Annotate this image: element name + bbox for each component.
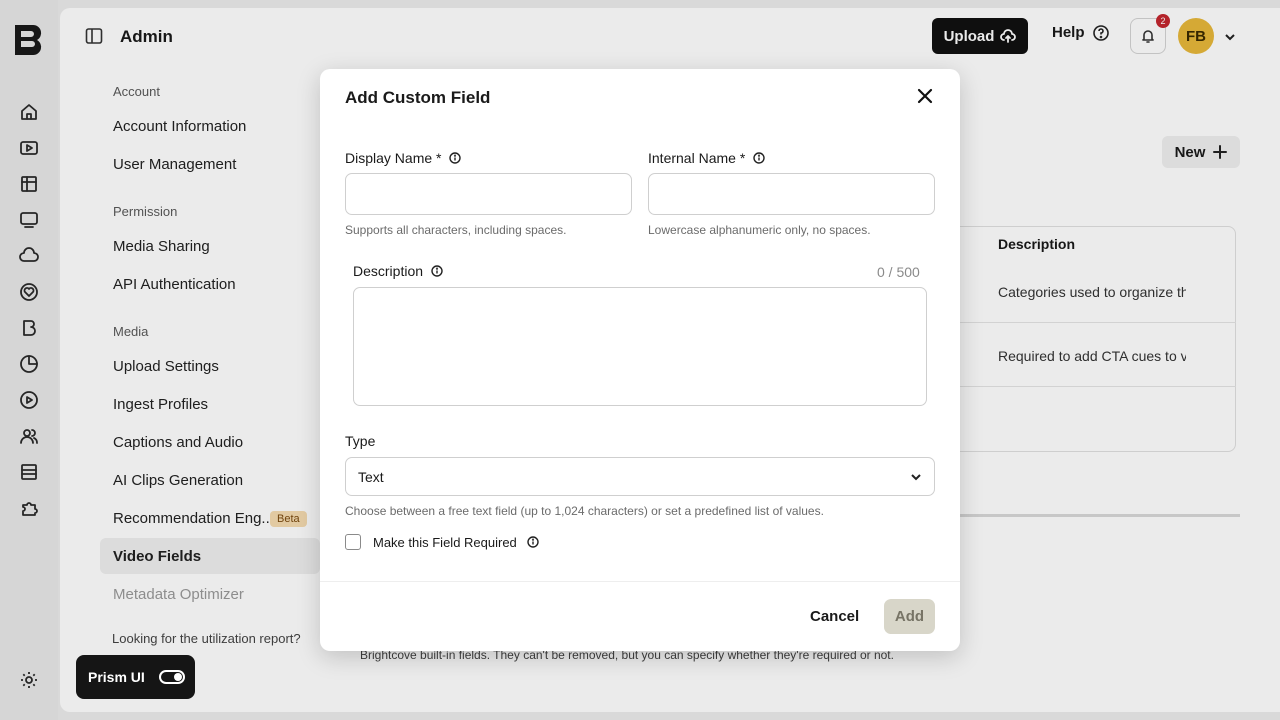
info-icon[interactable]	[753, 152, 765, 164]
display-name-hint: Supports all characters, including space…	[345, 223, 567, 237]
add-custom-field-dialog: Add Custom Field Display Name * Supports…	[320, 69, 960, 651]
type-select[interactable]: Text	[345, 457, 935, 496]
required-checkbox[interactable]	[345, 534, 361, 550]
chevron-down-icon	[911, 473, 921, 480]
required-field-row: Make this Field Required	[345, 534, 539, 550]
internal-name-hint: Lowercase alphanumeric only, no spaces.	[648, 223, 871, 237]
description-textarea[interactable]	[353, 287, 927, 406]
internal-name-label: Internal Name *	[648, 150, 765, 166]
description-char-counter: 0 / 500	[877, 264, 920, 280]
prism-ui-toggle[interactable]: Prism UI	[76, 655, 195, 699]
description-label: Description	[353, 263, 443, 279]
internal-name-input[interactable]	[648, 173, 935, 215]
type-hint: Choose between a free text field (up to …	[345, 504, 824, 518]
info-icon[interactable]	[431, 265, 443, 277]
dialog-title: Add Custom Field	[345, 88, 491, 107]
add-button[interactable]: Add	[884, 599, 935, 634]
info-icon[interactable]	[449, 152, 462, 164]
dialog-footer-divider	[320, 581, 960, 582]
toggle-switch[interactable]	[158, 670, 185, 684]
required-label[interactable]: Make this Field Required	[373, 535, 517, 550]
display-name-label: Display Name *	[345, 150, 462, 166]
close-icon[interactable]	[917, 88, 933, 104]
type-label: Type	[345, 433, 376, 449]
cancel-button[interactable]: Cancel	[810, 608, 859, 625]
display-name-input[interactable]	[345, 173, 632, 215]
info-icon[interactable]	[527, 536, 539, 548]
